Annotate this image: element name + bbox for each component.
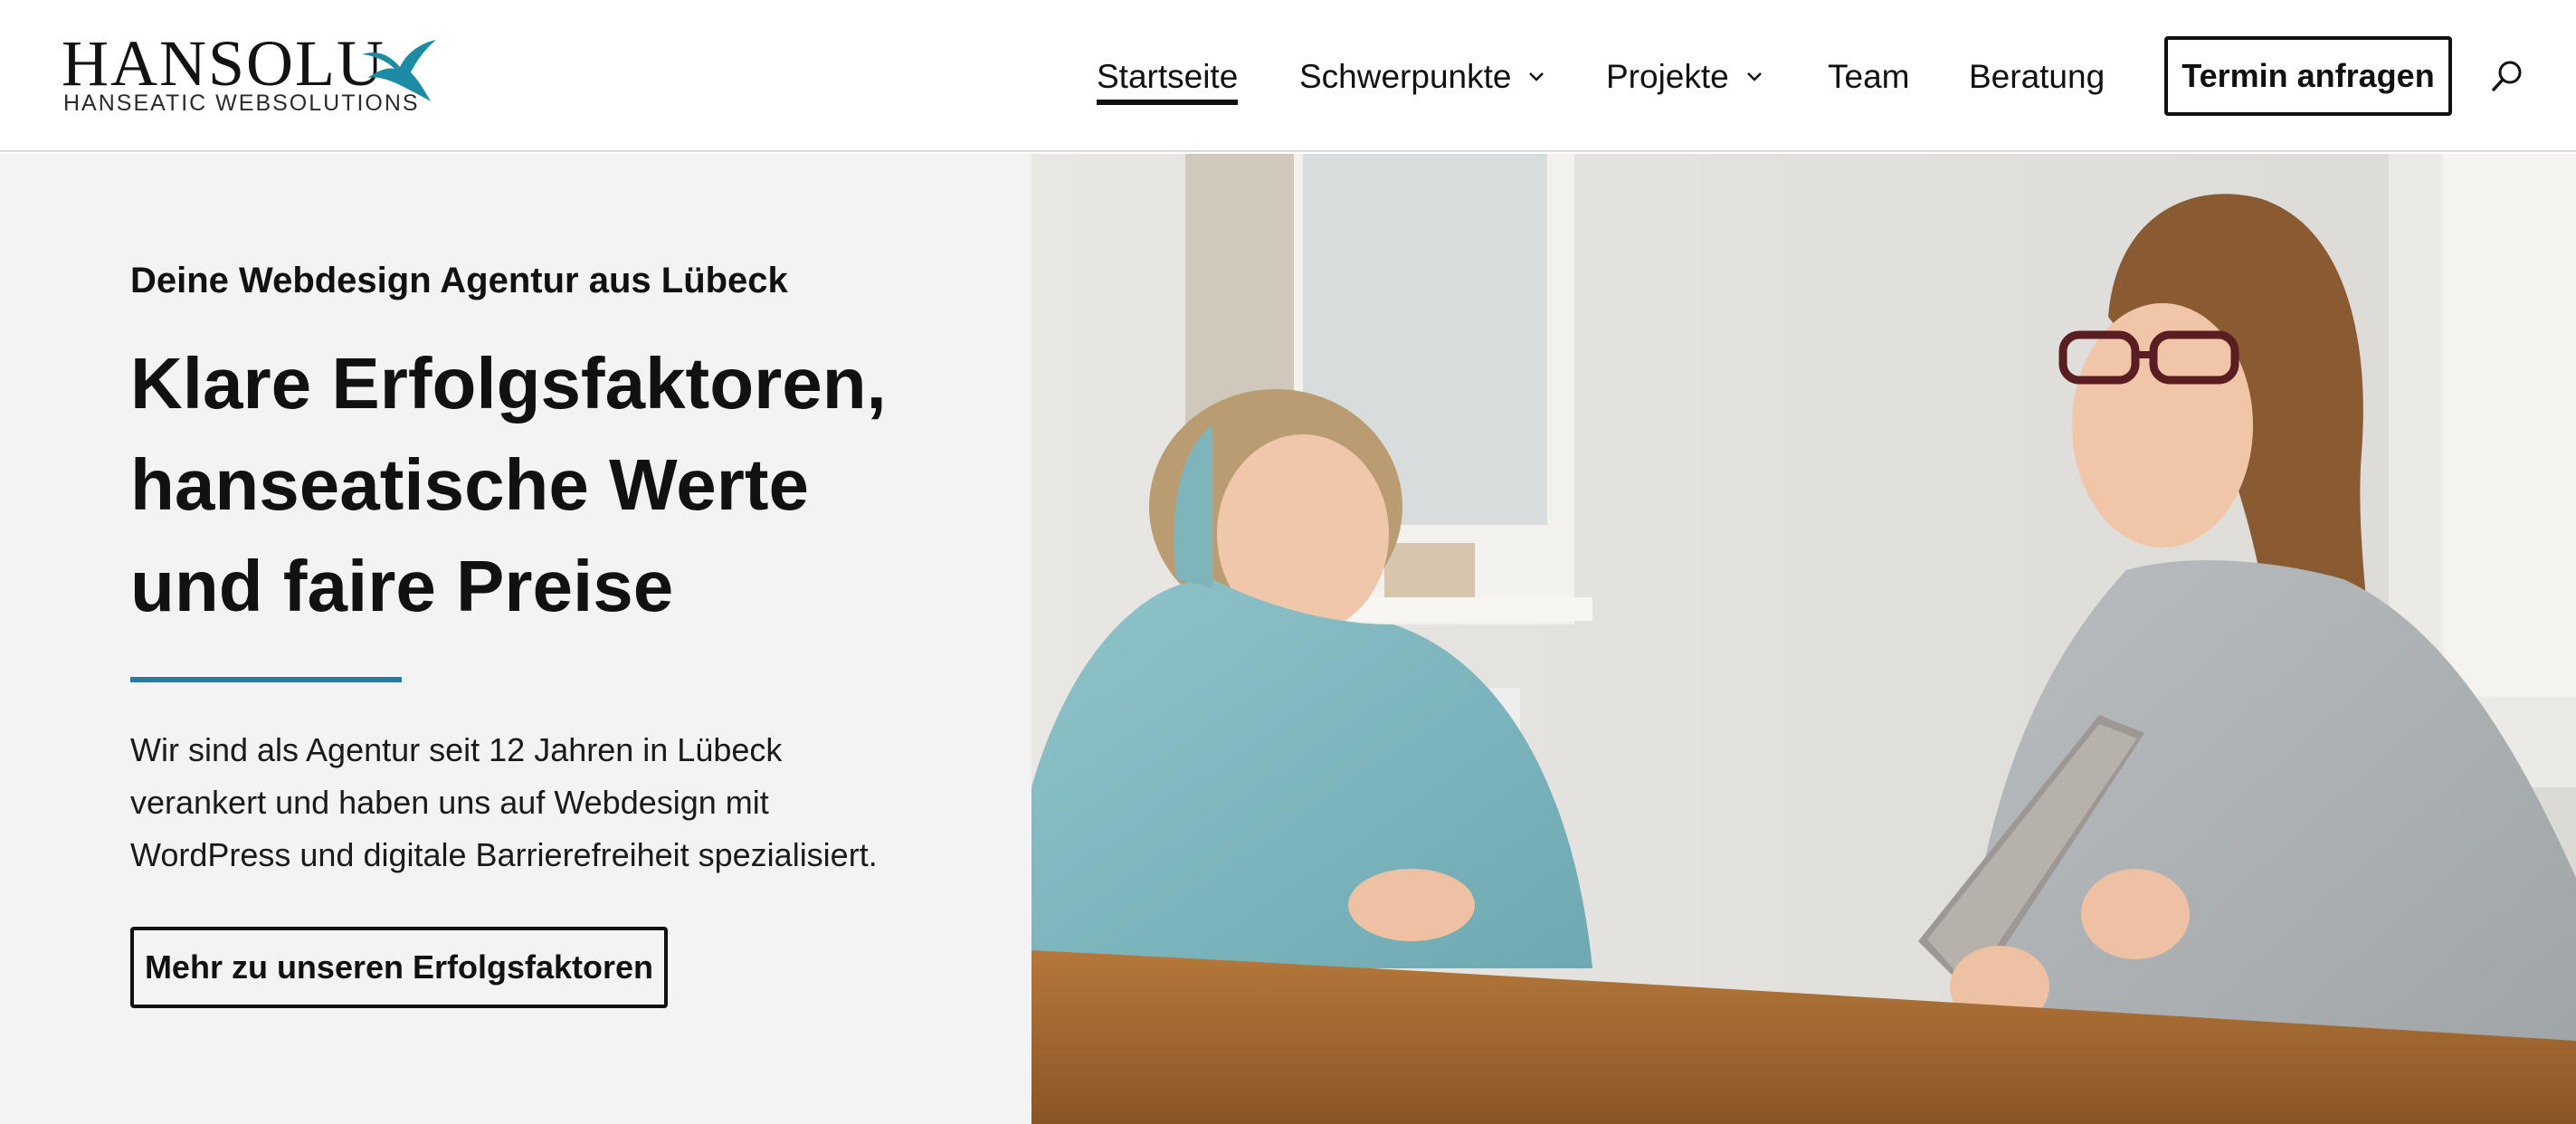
hero-photo — [1031, 154, 2576, 1124]
nav-item-schwerpunkte[interactable]: Schwerpunkte — [1299, 54, 1545, 100]
nav-item-startseite[interactable]: Startseite — [1097, 54, 1239, 105]
hero-headline: Klare Erfolgsfaktoren, hanseatische Wert… — [130, 333, 999, 637]
headline-line: und faire Preise — [130, 546, 674, 626]
nav-item-label: Projekte — [1606, 58, 1729, 95]
search-icon[interactable] — [2490, 58, 2526, 94]
nav-item-label: Team — [1828, 58, 1910, 95]
site-logo[interactable]: HANSOLU HANSEATIC WEBSOLUTIONS — [62, 31, 442, 121]
nav-item-label: Beratung — [1969, 58, 2105, 95]
hero-description: Wir sind als Agentur seit 12 Jahren in L… — [130, 724, 963, 881]
site-header: HANSOLU HANSEATIC WEBSOLUTIONS Startseit… — [0, 0, 2576, 152]
chevron-down-icon — [1746, 72, 1762, 81]
hero-kicker: Deine Webdesign Agentur aus Lübeck — [130, 261, 788, 300]
nav-item-label: Startseite — [1097, 58, 1239, 95]
description-line: WordPress und digitale Barrierefreiheit … — [130, 836, 878, 873]
hero-text-panel: Deine Webdesign Agentur aus Lübeck Klare… — [0, 154, 1031, 1124]
chevron-down-icon — [1529, 72, 1545, 81]
headline-line: Klare Erfolgsfaktoren, — [130, 343, 887, 424]
nav-item-team[interactable]: Team — [1828, 54, 1909, 100]
nav-item-projekte[interactable]: Projekte — [1606, 54, 1763, 100]
description-line: Wir sind als Agentur seit 12 Jahren in L… — [130, 731, 783, 768]
appointment-button[interactable]: Termin anfragen — [2164, 36, 2452, 116]
logo-wordmark: HANSOLU — [62, 27, 386, 100]
accent-divider — [130, 677, 402, 682]
nav-item-beratung[interactable]: Beratung — [1969, 54, 2105, 100]
two-women-at-table-with-tablet-photo — [1031, 154, 2576, 1124]
success-factors-button[interactable]: Mehr zu unseren Erfolgsfaktoren — [130, 927, 668, 1008]
description-line: verankert und haben uns auf Webdesign mi… — [130, 784, 769, 821]
headline-line: hanseatische Werte — [130, 444, 809, 525]
logo-tagline: HANSEATIC WEBSOLUTIONS — [63, 90, 420, 116]
nav-item-label: Schwerpunkte — [1299, 58, 1512, 95]
